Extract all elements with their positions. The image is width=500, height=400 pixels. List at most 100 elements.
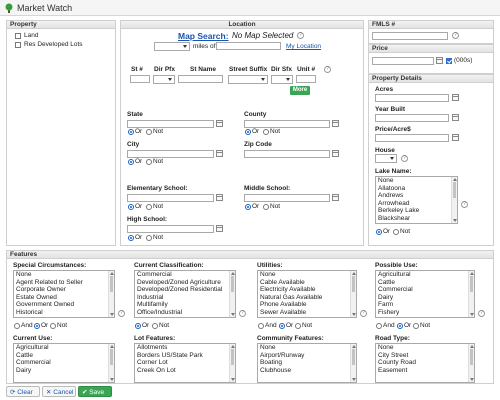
zip-code-input[interactable]	[244, 150, 330, 158]
lake-not-radio[interactable]	[393, 229, 399, 235]
possible-use-help-icon[interactable]: ?	[478, 310, 485, 317]
current-classification-help-icon[interactable]: ?	[239, 310, 246, 317]
list-option[interactable]: None	[376, 344, 474, 352]
county-input[interactable]	[244, 120, 330, 128]
lake-name-help-icon[interactable]: ?	[461, 201, 468, 208]
special-and-radio[interactable]	[14, 323, 20, 329]
list-option[interactable]: Borders US/State Park	[135, 352, 235, 360]
middle-school-input[interactable]	[244, 194, 330, 202]
house-select[interactable]	[375, 154, 397, 163]
list-option[interactable]: None	[14, 271, 114, 279]
possible-and-radio[interactable]	[376, 323, 382, 329]
lake-or-radio[interactable]	[376, 229, 382, 235]
res-developed-lots-checkbox[interactable]	[15, 42, 21, 48]
special-circumstances-help-icon[interactable]: ?	[118, 310, 125, 317]
list-option[interactable]: Developed/Zoned Residential	[135, 286, 235, 294]
list-option[interactable]: Corporate Owner	[14, 286, 114, 294]
current-use-list[interactable]: Agricultural Cattle Commercial Dairy	[13, 343, 115, 383]
list-option[interactable]: Commercial	[376, 286, 474, 294]
more-button[interactable]: More	[290, 86, 310, 95]
street-number-input[interactable]	[130, 75, 150, 83]
possible-not-radio[interactable]	[413, 323, 419, 329]
list-option[interactable]: Cattle	[376, 279, 474, 287]
county-not-radio[interactable]	[263, 129, 269, 135]
price-input[interactable]	[372, 57, 434, 65]
middle-or-radio[interactable]	[245, 204, 251, 210]
list-option[interactable]: Multifamily	[135, 301, 235, 309]
list-option[interactable]: Office/Industrial	[135, 309, 235, 317]
list-option[interactable]: Historical	[14, 309, 114, 317]
utilities-and-radio[interactable]	[258, 323, 264, 329]
zip-code-picker-icon[interactable]	[332, 150, 339, 157]
miles-of-input[interactable]	[216, 42, 281, 50]
state-input[interactable]	[127, 120, 214, 128]
county-picker-icon[interactable]	[332, 120, 339, 127]
road-type-list[interactable]: None City Street County Road Easement	[375, 343, 475, 383]
classification-or-radio[interactable]	[135, 323, 141, 329]
community-features-list[interactable]: None Airport/Runway Boating Clubhouse	[257, 343, 357, 383]
special-circumstances-list[interactable]: None Agent Related to Seller Corporate Own…	[13, 270, 115, 318]
middle-not-radio[interactable]	[263, 204, 269, 210]
list-option[interactable]: City Street	[376, 352, 474, 360]
list-option[interactable]: Agricultural	[376, 271, 474, 279]
street-help-icon[interactable]: ?	[324, 66, 331, 73]
utilities-help-icon[interactable]: ?	[360, 310, 367, 317]
list-option[interactable]: Boating	[258, 359, 356, 367]
year-built-picker-icon[interactable]	[452, 114, 459, 121]
list-option[interactable]: Natural Gas Available	[258, 294, 356, 302]
list-option[interactable]: Arrowhead	[376, 200, 457, 208]
possible-or-radio[interactable]	[397, 323, 403, 329]
list-option[interactable]: Dairy	[14, 367, 114, 375]
possible-use-list[interactable]: Agricultural Cattle Commercial Dairy Farm Fis…	[375, 270, 475, 318]
utilities-or-radio[interactable]	[279, 323, 285, 329]
list-option[interactable]: Cattle	[14, 352, 114, 360]
special-or-radio[interactable]	[34, 323, 40, 329]
list-option[interactable]: Commercial	[14, 359, 114, 367]
list-option[interactable]: None	[258, 271, 356, 279]
list-option[interactable]: Fishery	[376, 309, 474, 317]
list-option[interactable]: Developed/Zoned Agriculture	[135, 279, 235, 287]
middle-school-picker-icon[interactable]	[332, 194, 339, 201]
my-location-link[interactable]: My Location	[286, 43, 321, 50]
elementary-or-radio[interactable]	[128, 204, 134, 210]
list-option[interactable]: Sewer Available	[258, 309, 356, 317]
current-classification-list[interactable]: Commercial Developed/Zoned Agriculture Dev…	[134, 270, 236, 318]
city-picker-icon[interactable]	[216, 150, 223, 157]
list-option[interactable]: Airport/Runway	[258, 352, 356, 360]
county-or-radio[interactable]	[245, 129, 251, 135]
price-picker-icon[interactable]	[436, 57, 443, 64]
state-picker-icon[interactable]	[216, 120, 223, 127]
save-button[interactable]: ✔ Save	[78, 386, 112, 397]
list-option[interactable]: Corner Lot	[135, 359, 235, 367]
acres-input[interactable]	[375, 94, 449, 102]
clear-button[interactable]: ⟳ Clear	[6, 386, 40, 397]
acres-picker-icon[interactable]	[452, 94, 459, 101]
land-checkbox[interactable]	[15, 33, 21, 39]
map-search-link[interactable]: Map Search:	[178, 31, 229, 41]
special-not-radio[interactable]	[50, 323, 56, 329]
list-option[interactable]: Farm	[376, 301, 474, 309]
high-school-picker-icon[interactable]	[216, 225, 223, 232]
elementary-not-radio[interactable]	[146, 204, 152, 210]
classification-not-radio[interactable]	[152, 323, 158, 329]
high-school-input[interactable]	[127, 225, 214, 233]
map-search-help-icon[interactable]: ?	[297, 32, 304, 39]
fmls-input[interactable]	[372, 32, 448, 40]
list-option[interactable]: Blackshear	[376, 215, 457, 223]
list-option[interactable]: Allotments	[135, 344, 235, 352]
list-option[interactable]: Agricultural	[14, 344, 114, 352]
list-option[interactable]: Phone Available	[258, 301, 356, 309]
city-or-radio[interactable]	[128, 159, 134, 165]
cancel-button[interactable]: ✕ Cancel	[42, 386, 76, 397]
state-not-radio[interactable]	[146, 129, 152, 135]
miles-select[interactable]	[154, 42, 190, 51]
price-per-acre-input[interactable]	[375, 134, 449, 142]
list-option[interactable]: None	[376, 177, 457, 185]
high-not-radio[interactable]	[146, 235, 152, 241]
list-option[interactable]: Commercial	[135, 271, 235, 279]
list-option[interactable]: Clubhouse	[258, 367, 356, 375]
list-option[interactable]: Estate Owned	[14, 294, 114, 302]
lake-name-list[interactable]: None Allatoona Andrews Arrowhead Berkeley La…	[375, 176, 458, 224]
utilities-list[interactable]: None Cable Available Electricity Available…	[257, 270, 357, 318]
dir-suffix-select[interactable]	[271, 75, 293, 84]
